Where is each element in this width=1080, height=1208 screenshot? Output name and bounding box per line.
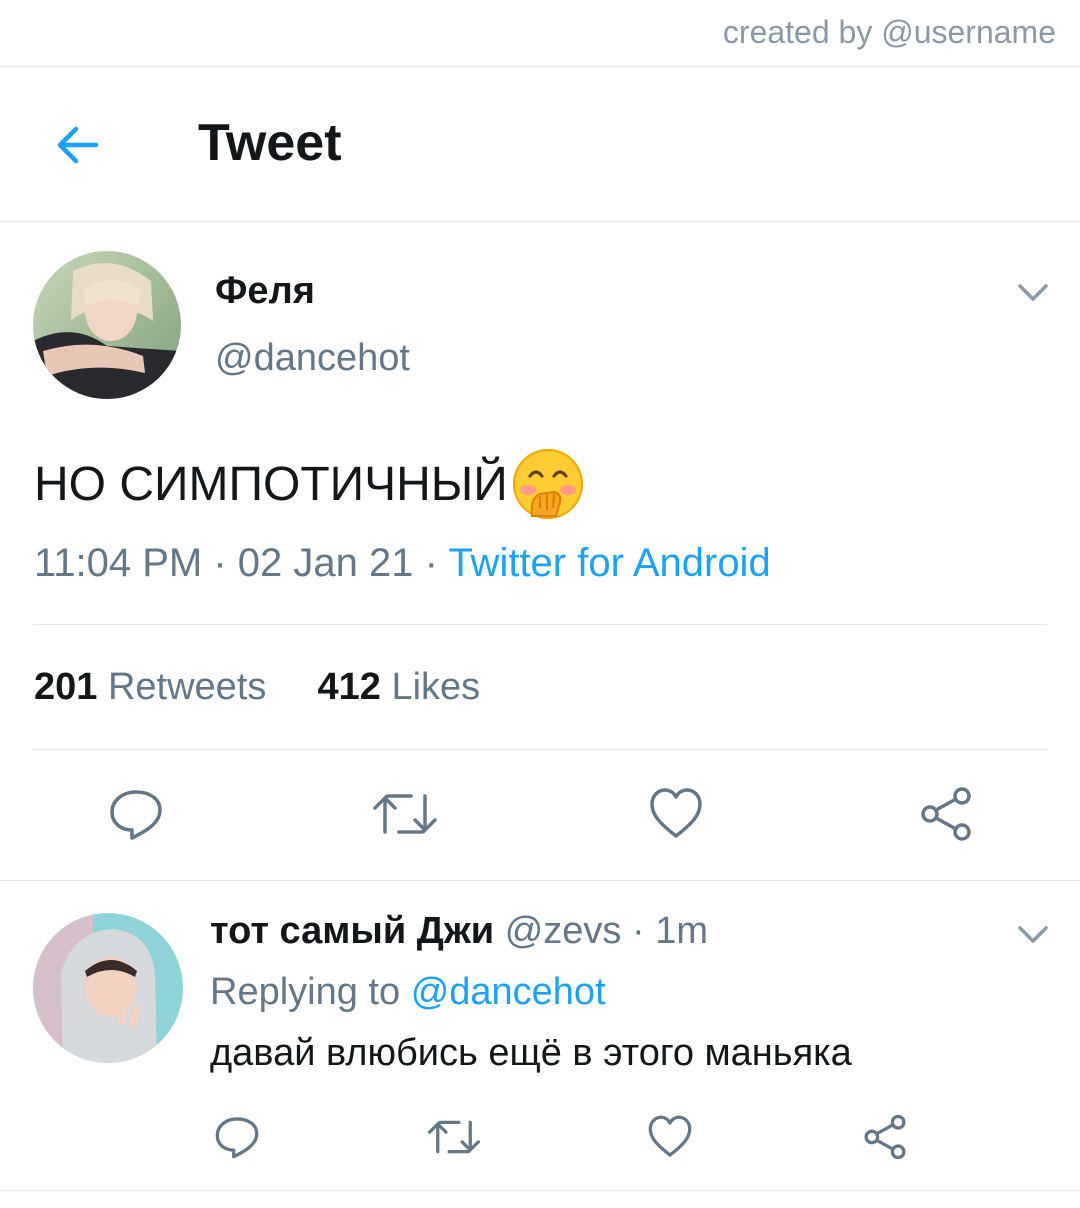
divider bbox=[33, 624, 1047, 625]
watermark-text: created by @username bbox=[722, 14, 1056, 50]
retweets-stat[interactable]: 201 Retweets bbox=[34, 666, 266, 708]
meta-separator: · bbox=[621, 910, 656, 952]
replying-to: Replying to @dancehot bbox=[210, 971, 606, 1014]
reply-author-handle[interactable]: @zevs bbox=[505, 910, 622, 952]
avatar[interactable] bbox=[33, 913, 183, 1063]
face-with-hand-over-mouth-icon bbox=[510, 446, 586, 522]
page-title: Tweet bbox=[198, 114, 342, 172]
retweet-icon bbox=[373, 794, 437, 834]
like-count: 412 bbox=[317, 666, 381, 708]
avatar[interactable] bbox=[33, 251, 181, 399]
retweet-button[interactable] bbox=[373, 786, 437, 842]
reply-author-name[interactable]: тот самый Джи bbox=[210, 910, 494, 952]
author-handle[interactable]: @dancehot bbox=[215, 337, 410, 380]
divider bbox=[0, 1190, 1080, 1191]
tweet-stats: 201 Retweets 412 Likes bbox=[34, 666, 480, 709]
replying-to-label: Replying to bbox=[210, 971, 401, 1013]
author-display-name[interactable]: Феля bbox=[215, 270, 315, 313]
like-button[interactable] bbox=[648, 786, 704, 842]
like-label: Likes bbox=[391, 666, 481, 708]
tweet-text: НО СИМПОТИЧНЫЙ bbox=[34, 446, 586, 522]
tweet-date: 02 Jan 21 bbox=[237, 541, 414, 585]
replying-to-mention[interactable]: @dancehot bbox=[411, 971, 606, 1013]
reply-button[interactable] bbox=[214, 1114, 260, 1160]
arrow-left-icon bbox=[57, 126, 99, 164]
meta-separator: · bbox=[202, 541, 238, 585]
tweet-source-link[interactable]: Twitter for Android bbox=[448, 541, 770, 585]
reply-icon bbox=[110, 790, 162, 840]
share-button[interactable] bbox=[862, 1114, 908, 1160]
share-icon bbox=[921, 787, 971, 841]
reply-text: давай влюбись ещё в этого маньяка bbox=[210, 1032, 852, 1074]
share-icon bbox=[864, 1114, 906, 1160]
chevron-down-icon bbox=[1018, 926, 1048, 943]
tweet-meta: 11:04 PM · 02 Jan 21 · Twitter for Andro… bbox=[34, 541, 771, 586]
reply-button[interactable] bbox=[108, 786, 164, 842]
retweet-count: 201 bbox=[34, 666, 98, 708]
share-button[interactable] bbox=[918, 786, 974, 842]
meta-separator: · bbox=[413, 541, 449, 585]
top-app-bar: Tweet bbox=[0, 67, 1080, 222]
reply-time: 1m bbox=[655, 910, 708, 952]
divider bbox=[0, 880, 1080, 881]
like-icon bbox=[648, 1115, 692, 1157]
chevron-down-icon bbox=[1018, 284, 1048, 301]
reply-header: тот самый Джи @zevs · 1m bbox=[210, 910, 708, 953]
like-button[interactable] bbox=[647, 1114, 693, 1160]
likes-stat[interactable]: 412 Likes bbox=[318, 666, 481, 708]
retweet-label: Retweets bbox=[107, 666, 267, 708]
reply-menu-button[interactable] bbox=[1016, 920, 1050, 948]
tweet-text-content: НО СИМПОТИЧНЫЙ bbox=[34, 457, 508, 511]
reply-icon bbox=[215, 1117, 259, 1159]
retweet-button[interactable] bbox=[428, 1114, 480, 1160]
retweet-icon bbox=[428, 1120, 480, 1154]
tweet-time: 11:04 PM bbox=[34, 541, 203, 585]
like-icon bbox=[650, 788, 702, 838]
watermark-bar: created by @username bbox=[0, 0, 1080, 67]
tweet-menu-button[interactable] bbox=[1016, 278, 1050, 306]
back-button[interactable] bbox=[50, 117, 106, 173]
divider bbox=[33, 749, 1047, 750]
